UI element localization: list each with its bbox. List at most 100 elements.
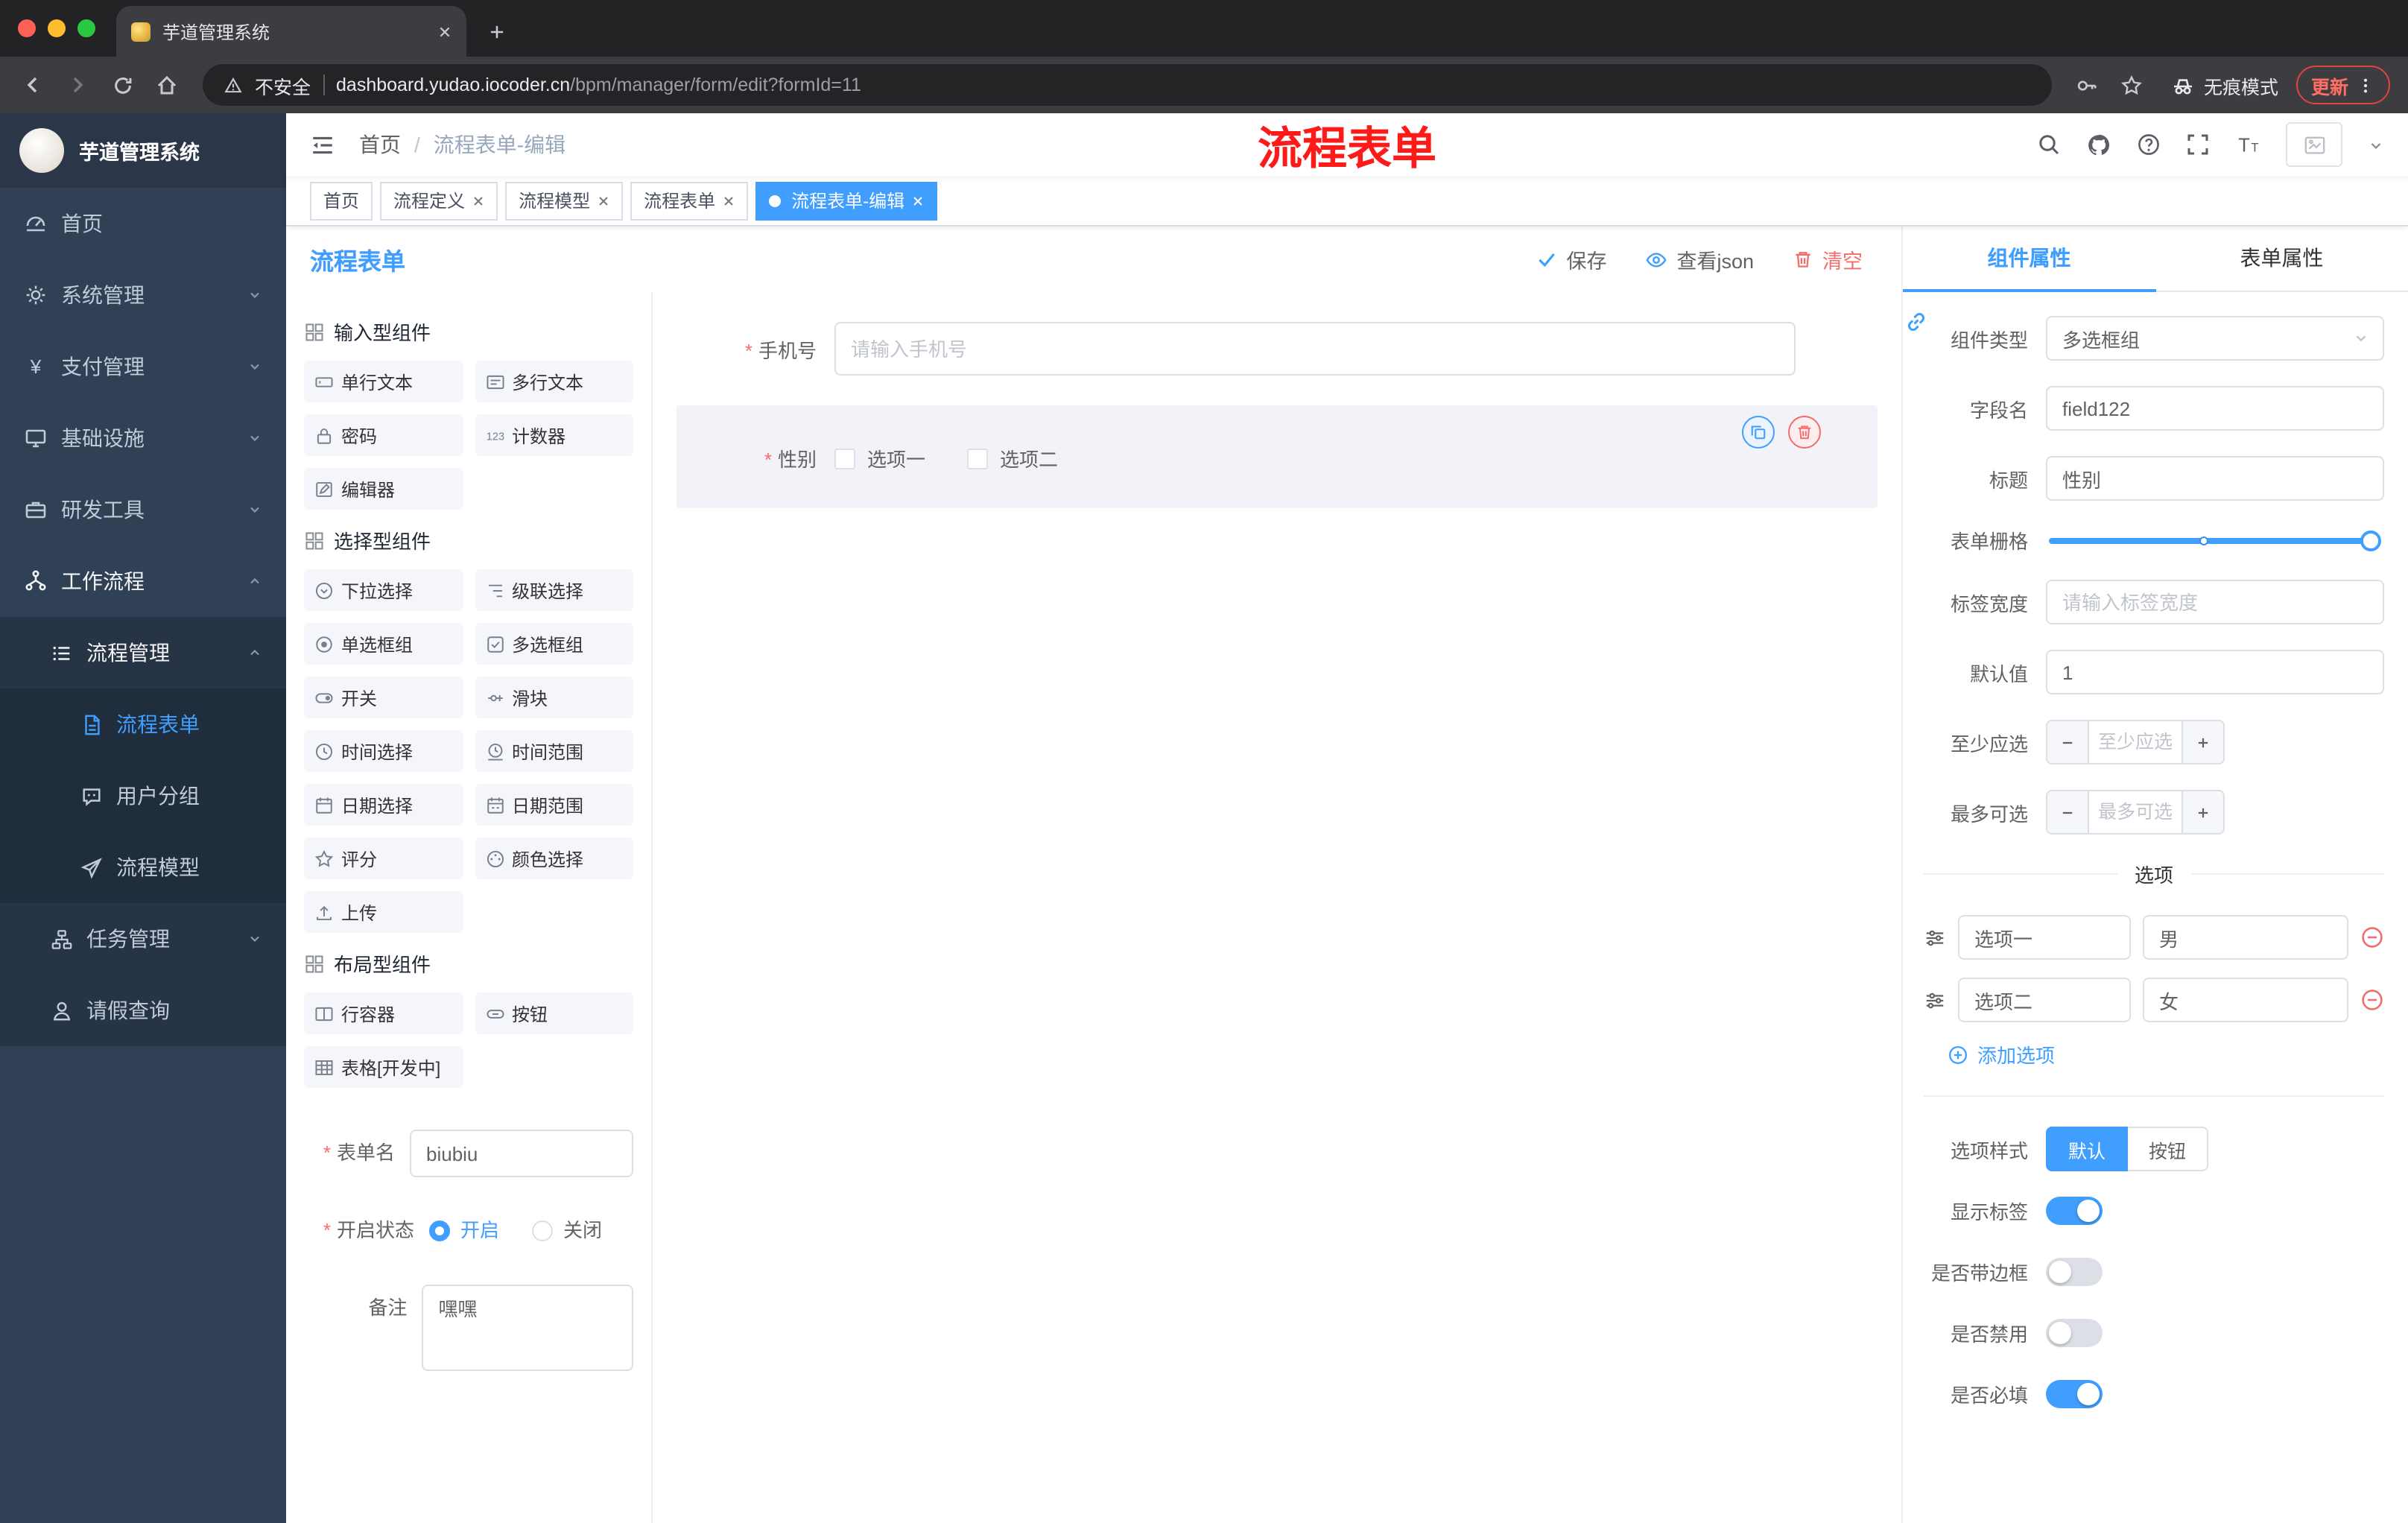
min-count-input[interactable] <box>2089 721 2182 763</box>
tag-process-form-edit[interactable]: 流程表单-编辑 <box>755 181 938 220</box>
sidebar-item-process-model[interactable]: 流程模型 <box>0 832 286 903</box>
tag-close-icon[interactable] <box>723 194 735 206</box>
increase-button[interactable] <box>2182 791 2223 833</box>
tab-component-props[interactable]: 组件属性 <box>1903 227 2155 292</box>
clear-button[interactable]: 清空 <box>1793 244 1863 274</box>
bookmark-star-icon[interactable] <box>2111 64 2153 106</box>
sidebar-item-task-mgmt[interactable]: 任务管理 <box>0 903 286 975</box>
sidebar-item-home[interactable]: 首页 <box>0 188 286 259</box>
fullscreen-icon[interactable] <box>2186 133 2210 156</box>
collapse-sidebar-icon[interactable] <box>310 132 335 157</box>
style-default-button[interactable]: 默认 <box>2046 1127 2129 1171</box>
grid-slider[interactable] <box>2049 530 2381 551</box>
remove-option-icon[interactable] <box>2360 988 2384 1012</box>
palette-item-counter[interactable]: 123 计数器 <box>475 414 633 456</box>
sidebar-item-process-form[interactable]: 流程表单 <box>0 688 286 760</box>
palette-item-multi-text[interactable]: 多行文本 <box>475 361 633 402</box>
help-icon[interactable] <box>2137 133 2161 156</box>
default-value-input[interactable] <box>2046 650 2384 694</box>
border-toggle[interactable] <box>2046 1258 2103 1286</box>
back-icon[interactable] <box>12 64 54 106</box>
sidebar-item-devtools[interactable]: 研发工具 <box>0 474 286 545</box>
palette-item-rate[interactable]: 评分 <box>304 838 463 879</box>
tag-close-icon[interactable] <box>472 194 484 206</box>
gender-option2-checkbox[interactable]: 选项二 <box>967 444 1058 472</box>
palette-item-upload[interactable]: 上传 <box>304 891 463 933</box>
palette-item-single-text[interactable]: 单行文本 <box>304 361 463 402</box>
sidebar-item-payment[interactable]: ¥ 支付管理 <box>0 331 286 402</box>
tag-process-model[interactable]: 流程模型 <box>505 181 624 220</box>
tag-close-icon[interactable] <box>912 194 924 206</box>
link-icon[interactable] <box>1904 310 1928 334</box>
palette-item-slider[interactable]: 滑块 <box>475 677 633 718</box>
palette-item-row-container[interactable]: 行容器 <box>304 992 463 1034</box>
slider-handle[interactable] <box>2360 530 2381 551</box>
save-button[interactable]: 保存 <box>1536 244 1606 274</box>
tag-process-form[interactable]: 流程表单 <box>630 181 749 220</box>
required-toggle[interactable] <box>2046 1380 2103 1408</box>
tag-close-icon[interactable] <box>598 194 609 206</box>
home-icon[interactable] <box>146 64 188 106</box>
add-option-button[interactable]: 添加选项 <box>1948 1040 2384 1068</box>
palette-item-date-range[interactable]: 日期范围 <box>475 784 633 826</box>
font-size-icon[interactable]: TT <box>2235 132 2260 157</box>
tag-home[interactable]: 首页 <box>310 181 373 220</box>
sidebar-logo[interactable]: 芋道管理系统 <box>0 113 286 188</box>
avatar[interactable] <box>2286 122 2342 167</box>
style-button-button[interactable]: 按钮 <box>2128 1127 2209 1171</box>
palette-item-color-picker[interactable]: 颜色选择 <box>475 838 633 879</box>
tag-process-definition[interactable]: 流程定义 <box>380 181 498 220</box>
copy-field-button[interactable] <box>1742 416 1775 449</box>
decrease-button[interactable] <box>2047 721 2089 763</box>
show-label-toggle[interactable] <box>2046 1197 2103 1225</box>
palette-item-cascader[interactable]: 级联选择 <box>475 569 633 611</box>
update-button[interactable]: 更新 <box>2295 66 2390 104</box>
title-input[interactable] <box>2046 456 2384 501</box>
sidebar-item-process-mgmt[interactable]: 流程管理 <box>0 617 286 688</box>
canvas-field-gender-selected[interactable]: 性别 选项一 选项二 <box>677 405 1878 508</box>
avatar-caret-icon[interactable] <box>2368 136 2384 153</box>
gender-option1-checkbox[interactable]: 选项一 <box>834 444 925 472</box>
phone-input[interactable] <box>834 322 1796 376</box>
palette-item-time-picker[interactable]: 时间选择 <box>304 730 463 772</box>
palette-item-switch[interactable]: 开关 <box>304 677 463 718</box>
sidebar-item-workflow[interactable]: 工作流程 <box>0 545 286 617</box>
close-window-button[interactable] <box>18 19 36 37</box>
palette-item-button[interactable]: 按钮 <box>475 992 633 1034</box>
form-remark-textarea[interactable]: 嘿嘿 <box>422 1285 633 1371</box>
max-count-input[interactable] <box>2089 791 2182 833</box>
palette-item-table[interactable]: 表格[开发中] <box>304 1046 463 1088</box>
minimize-window-button[interactable] <box>48 19 66 37</box>
browser-tab[interactable]: 芋道管理系统 <box>116 6 466 57</box>
label-width-input[interactable] <box>2046 580 2384 624</box>
field-name-input[interactable] <box>2046 386 2384 431</box>
maximize-window-button[interactable] <box>77 19 95 37</box>
sidebar-item-infrastructure[interactable]: 基础设施 <box>0 402 286 474</box>
option1-label-input[interactable] <box>1958 915 2131 960</box>
address-bar[interactable]: 不安全 dashboard.yudao.iocoder.cn/bpm/manag… <box>203 64 2052 106</box>
option1-value-input[interactable] <box>2143 915 2348 960</box>
password-key-icon[interactable] <box>2067 64 2108 106</box>
reload-icon[interactable] <box>101 64 143 106</box>
increase-button[interactable] <box>2182 721 2223 763</box>
sidebar-item-user-group[interactable]: 用户分组 <box>0 760 286 832</box>
palette-item-password[interactable]: 密码 <box>304 414 463 456</box>
form-name-input[interactable] <box>410 1130 633 1177</box>
decrease-button[interactable] <box>2047 791 2089 833</box>
option2-label-input[interactable] <box>1958 978 2131 1022</box>
status-off-radio[interactable]: 关闭 <box>532 1207 602 1255</box>
forward-icon[interactable] <box>57 64 98 106</box>
palette-item-time-range[interactable]: 时间范围 <box>475 730 633 772</box>
drag-handle-icon[interactable] <box>1924 989 1946 1011</box>
status-on-radio[interactable]: 开启 <box>429 1207 499 1255</box>
security-warning-icon[interactable] <box>224 75 243 95</box>
delete-field-button[interactable] <box>1788 416 1821 449</box>
component-type-select[interactable]: 多选框组 <box>2046 316 2384 361</box>
new-tab-button[interactable] <box>475 10 517 52</box>
sidebar-item-system[interactable]: 系统管理 <box>0 259 286 331</box>
search-icon[interactable] <box>2037 133 2061 156</box>
palette-item-select[interactable]: 下拉选择 <box>304 569 463 611</box>
palette-item-date-picker[interactable]: 日期选择 <box>304 784 463 826</box>
github-icon[interactable] <box>2086 132 2111 157</box>
tab-close-icon[interactable] <box>438 25 452 38</box>
